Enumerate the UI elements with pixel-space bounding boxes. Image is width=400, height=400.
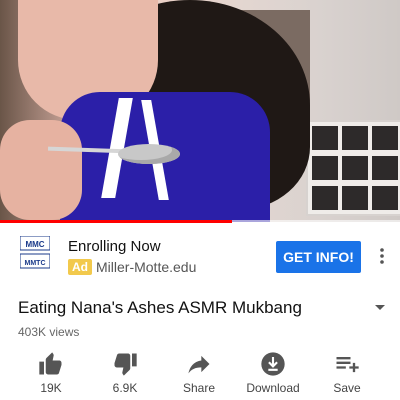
kebab-icon[interactable] [377,246,387,266]
dislike-count: 6.9K [112,381,138,395]
progress-bar[interactable] [0,220,232,223]
download-label: Download [246,381,300,395]
advertiser-logo[interactable]: MMC MMTC [19,235,51,270]
logo-text-1: MMC [25,240,44,249]
share-button[interactable]: Share [166,350,232,395]
thumbs-down-icon [111,350,139,378]
download-icon [259,350,287,378]
save-button[interactable]: Save [314,350,380,395]
ad-title[interactable]: Enrolling Now [68,238,161,255]
thumbs-up-icon [37,350,65,378]
video-title[interactable]: Eating Nana's Ashes ASMR Mukbang [18,298,302,318]
like-count: 19K [40,381,62,395]
person-hand [0,120,82,220]
like-button[interactable]: 19K [18,350,84,395]
share-label: Share [182,381,216,395]
save-label: Save [333,381,361,395]
spoon-bowl [118,144,180,164]
save-playlist-icon [333,350,361,378]
video-player[interactable] [0,0,400,222]
ad-badge: Ad [68,259,92,275]
chevron-down-icon[interactable] [372,300,388,316]
get-info-button[interactable]: GET INFO! [276,241,361,273]
background-shelf [306,120,400,216]
dislike-button[interactable]: 6.9K [92,350,158,395]
ad-url[interactable]: Miller-Motte.edu [96,259,196,275]
share-icon [185,350,213,378]
download-button[interactable]: Download [240,350,306,395]
view-count: 403K views [18,325,80,339]
logo-text-2: MMTC [25,260,46,267]
action-bar: 19K 6.9K Share Download Save [0,350,400,400]
ad-banner[interactable]: MMC MMTC Enrolling Now Ad Miller-Motte.e… [0,228,400,286]
